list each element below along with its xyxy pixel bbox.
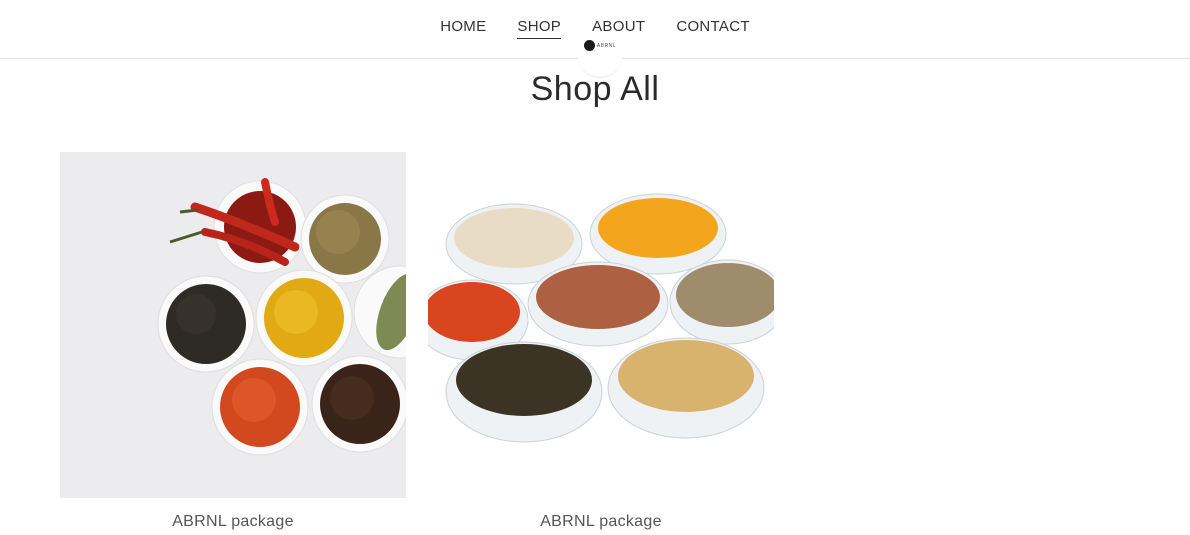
product-image[interactable] — [428, 152, 774, 498]
nav-shop[interactable]: SHOP — [517, 18, 562, 39]
logo-text: ABRNL — [596, 42, 617, 49]
product-name[interactable]: ABRNL package — [428, 513, 774, 531]
product-image[interactable] — [60, 152, 406, 498]
spice-bowls-image — [60, 152, 406, 498]
page-title: Shop All — [530, 70, 660, 108]
product-name[interactable]: ABRNL package — [60, 513, 406, 531]
nav-home[interactable]: HOME — [440, 18, 486, 39]
logo-icon — [583, 40, 595, 51]
spice-powders-image — [428, 152, 774, 498]
product-card[interactable]: ABRNL package — [60, 152, 406, 530]
logo-mark: ABRNL — [583, 40, 617, 51]
product-card[interactable]: ABRNL package — [428, 152, 774, 530]
nav-contact[interactable]: CONTACT — [676, 18, 749, 39]
